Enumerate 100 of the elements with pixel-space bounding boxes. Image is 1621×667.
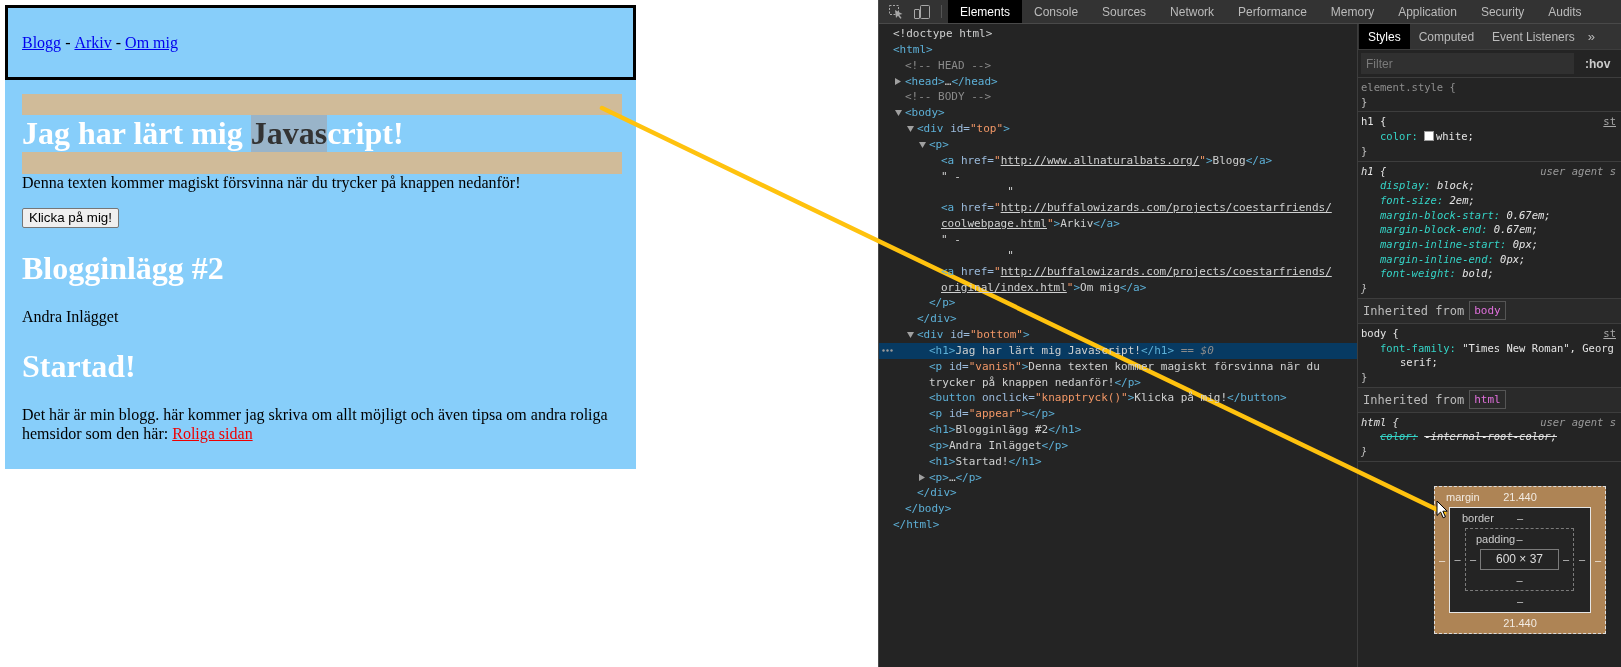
ellipsis-icon[interactable] [882, 348, 893, 352]
box-value[interactable]: – [1516, 593, 1524, 610]
css-value[interactable]: white; [1435, 130, 1474, 143]
css-property[interactable]: color: [1380, 430, 1418, 443]
devtools-tab[interactable]: Sources [1090, 0, 1159, 23]
box-value[interactable]: – [1516, 509, 1524, 526]
box-value[interactable]: – [1454, 551, 1461, 568]
closing-tag[interactable]: </div> [917, 311, 957, 328]
dom-node[interactable]: <h1>Blogginlägg #2</h1> [929, 422, 1082, 438]
styles-pane-tab[interactable]: Computed [1409, 24, 1484, 49]
box-value[interactable]: – [1516, 530, 1523, 547]
stylesheet-link[interactable]: st [1603, 114, 1618, 130]
stylesheet-label: user agent s [1540, 163, 1617, 179]
color-swatch-icon[interactable] [1423, 131, 1434, 142]
collapsed-triangle-icon[interactable] [919, 474, 925, 482]
expanded-triangle-icon[interactable] [895, 110, 902, 117]
css-property[interactable]: margin-block-start: [1380, 208, 1501, 221]
page-heading: Blogginlägg #2 [22, 249, 224, 287]
css-value[interactable]: 0.67em; [1493, 223, 1539, 236]
devtools-tab[interactable]: Audits [1536, 0, 1594, 23]
styles-pane-tab[interactable]: Styles [1359, 24, 1410, 49]
css-value[interactable]: block; [1436, 179, 1475, 192]
dom-node[interactable]: <a href="http://www.allnaturalbats.org/">Blogg</a> [941, 152, 1273, 169]
box-value[interactable]: – [1578, 551, 1586, 568]
filter-field[interactable]: Filter [1361, 53, 1574, 74]
content-box[interactable]: 600 × 37 [1480, 548, 1559, 570]
css-property[interactable]: display: [1380, 179, 1431, 192]
devices-icon[interactable] [914, 4, 930, 19]
css-value[interactable]: "Times New Roman", Georg [1462, 341, 1614, 354]
css-property[interactable]: margin-inline-end: [1380, 252, 1494, 265]
dom-node[interactable]: " - " [941, 168, 1014, 201]
box-label: margin [1446, 489, 1480, 505]
css-property[interactable]: font-size: [1380, 193, 1444, 206]
dom-node[interactable]: <!-- BODY --> [905, 89, 992, 106]
dom-node[interactable]: <!doctype html> [893, 26, 993, 42]
css-selector[interactable]: h1 { [1361, 114, 1387, 130]
css-value[interactable]: 2em; [1449, 193, 1475, 206]
node-link[interactable]: html [1469, 390, 1506, 410]
css-value[interactable]: serif; [1400, 355, 1438, 370]
css-value[interactable]: 0.67em; [1506, 208, 1551, 221]
devtools-tab[interactable]: Console [1022, 0, 1091, 23]
dom-node[interactable]: <html> [893, 41, 933, 58]
nav-link[interactable]: Om mig [125, 33, 178, 51]
nav-link[interactable]: Arkiv [74, 33, 112, 51]
inspect-element-icon[interactable] [889, 4, 903, 19]
devtools-tab[interactable]: Elements [948, 0, 1023, 23]
css-property[interactable]: font-weight: [1380, 267, 1456, 280]
dom-node[interactable]: <div id="top"> [917, 121, 1010, 137]
css-property[interactable]: margin-block-end: [1380, 223, 1488, 236]
closing-brace: } [1361, 143, 1368, 159]
hover-state-toggle[interactable]: :hov [1585, 54, 1611, 73]
dom-node[interactable]: <div id="bottom"> [917, 327, 1030, 343]
box-value[interactable]: – [1562, 551, 1570, 568]
css-property[interactable]: margin-inline-start: [1380, 238, 1507, 251]
styles-pane-tab[interactable]: Event Listeners [1483, 24, 1584, 49]
css-selector[interactable]: html { [1361, 414, 1399, 430]
box-value[interactable]: – [1469, 551, 1477, 568]
closing-tag[interactable]: </html> [893, 517, 940, 533]
devtools-tab[interactable]: Memory [1318, 0, 1387, 23]
closing-tag[interactable]: </div> [917, 485, 957, 502]
closing-brace: } [1361, 444, 1368, 459]
closing-tag[interactable]: </body> [905, 501, 952, 518]
node-link[interactable]: body [1469, 301, 1506, 321]
closing-brace: } [1361, 94, 1368, 110]
devtools-tab[interactable]: Network [1158, 0, 1227, 23]
css-selector[interactable]: element.style { [1361, 80, 1456, 95]
dom-node[interactable]: <a href="http://buffalowizards.com/projects/coestarfriends/coolwebpage.html">Arkiv</a> [941, 200, 1335, 232]
stylesheet-link[interactable]: st [1603, 325, 1618, 341]
css-value[interactable]: 0px; [1500, 252, 1526, 265]
dom-node[interactable]: <body> [905, 105, 945, 122]
css-property[interactable]: font-family: [1380, 341, 1456, 354]
devtools-tab[interactable]: Application [1386, 0, 1469, 23]
css-property[interactable]: color: [1380, 130, 1418, 143]
closing-brace: } [1361, 369, 1368, 385]
box-value[interactable]: – [1516, 571, 1523, 588]
closing-tag[interactable]: </p> [929, 295, 956, 312]
dom-node[interactable]: <p id="appear"></p> [929, 406, 1055, 423]
dom-node[interactable]: <head>…</head> [905, 73, 998, 90]
dom-node[interactable]: <p>Andra Inlägget</p> [929, 437, 1069, 454]
css-value[interactable]: bold; [1462, 267, 1494, 280]
collapsed-triangle-icon[interactable] [895, 77, 901, 85]
expanded-triangle-icon[interactable] [907, 126, 914, 132]
css-value[interactable]: -internal-root-color; [1424, 430, 1557, 443]
css-selector[interactable]: h1 { [1361, 163, 1387, 179]
dom-node[interactable]: " - " [941, 231, 1014, 264]
devtools-tab[interactable]: Security [1468, 0, 1537, 23]
dom-node[interactable]: <h1>Startad!</h1> [929, 453, 1042, 470]
body-text: Det här är min blogg. här kommer jag skriva om allt möjligt och även tipsa om andra roliga hemsidor som den här: Roliga sidan [22, 406, 609, 444]
page-button[interactable]: Klicka på mig! [22, 208, 119, 229]
dom-node[interactable]: <p>…</p> [929, 469, 982, 486]
expanded-triangle-icon[interactable] [919, 141, 926, 148]
inherited-label: Inherited from [1363, 302, 1465, 320]
expanded-triangle-icon[interactable] [907, 331, 914, 338]
more-tabs-button[interactable]: » [1583, 24, 1599, 49]
dom-node[interactable]: <p> [929, 136, 949, 153]
nav-link[interactable]: Blogg [22, 33, 62, 51]
css-value[interactable]: 0px; [1512, 238, 1539, 251]
css-selector[interactable]: body { [1361, 325, 1399, 341]
dom-node[interactable]: <!-- HEAD --> [905, 57, 992, 74]
devtools-tab[interactable]: Performance [1226, 0, 1319, 23]
